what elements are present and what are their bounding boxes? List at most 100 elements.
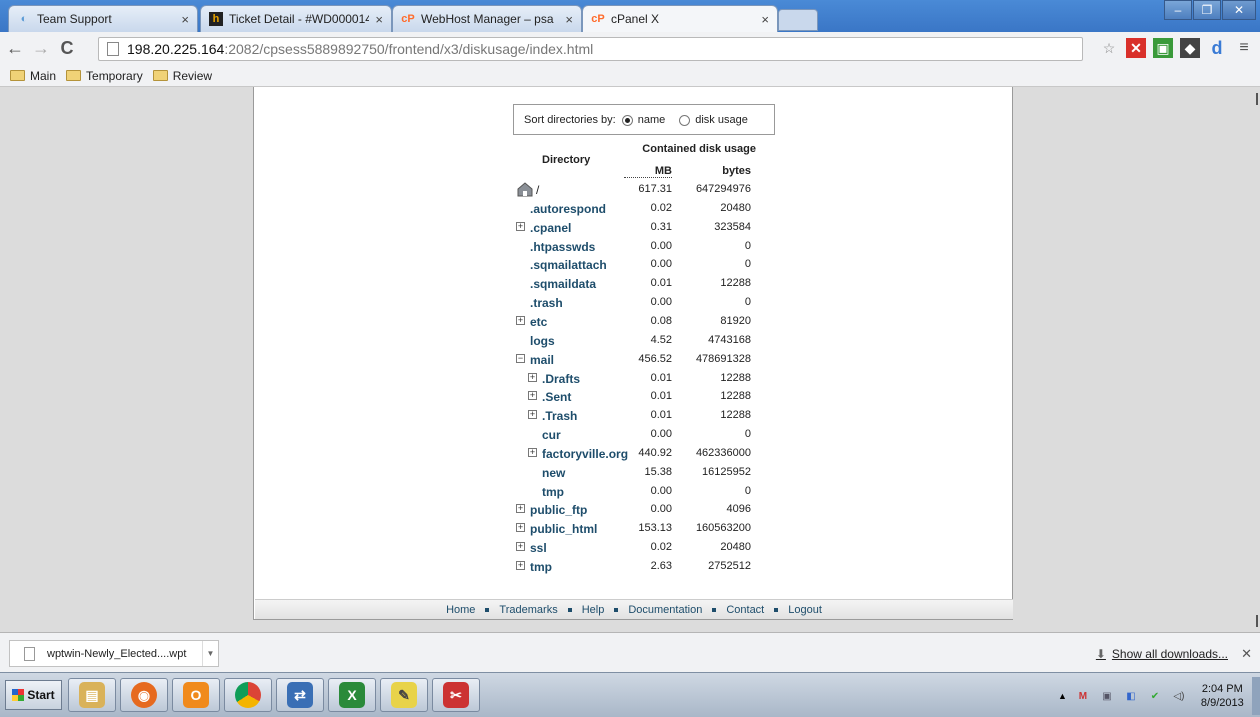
directory-name[interactable]: .Drafts bbox=[542, 372, 580, 386]
directory-name[interactable]: new bbox=[542, 466, 565, 480]
show-all-downloads-link[interactable]: ⬇ Show all downloads... bbox=[1096, 647, 1228, 661]
directory-name[interactable]: .Trash bbox=[542, 409, 577, 423]
footer-trademarks-link[interactable]: Trademarks bbox=[499, 604, 557, 616]
directory-name[interactable]: public_ftp bbox=[530, 503, 587, 517]
taskbar-app[interactable]: ▤ bbox=[68, 678, 116, 712]
table-row: new 15.38 16125952 bbox=[516, 464, 756, 483]
tab-webhost-manager[interactable]: cP WebHost Manager – psa × bbox=[392, 5, 582, 32]
bytes-value: 478691328 bbox=[695, 352, 751, 365]
footer-home-link[interactable]: Home bbox=[446, 604, 475, 616]
taskbar-app[interactable]: X bbox=[328, 678, 376, 712]
bookmark-review[interactable]: Review bbox=[152, 69, 212, 83]
expand-icon[interactable]: + bbox=[516, 221, 525, 231]
monitor-tray-icon[interactable]: ▣ bbox=[1099, 688, 1115, 704]
window-controls: – ❐ ✕ bbox=[1163, 0, 1256, 20]
directory-name[interactable]: .htpasswds bbox=[530, 240, 595, 254]
bookmark-star-icon[interactable]: ☆ bbox=[1099, 38, 1119, 58]
close-shelf-icon[interactable]: ✕ bbox=[1241, 646, 1252, 662]
directory-name[interactable]: / bbox=[536, 183, 539, 197]
directory-name[interactable]: .cpanel bbox=[530, 221, 571, 235]
start-button[interactable]: Start bbox=[5, 680, 62, 710]
directory-name[interactable]: logs bbox=[530, 334, 555, 348]
expand-icon[interactable]: + bbox=[516, 523, 525, 533]
directory-name[interactable]: .Sent bbox=[542, 390, 571, 404]
tray-expand-icon[interactable]: ▲ bbox=[1058, 691, 1067, 701]
expand-icon[interactable]: + bbox=[528, 447, 537, 457]
expand-icon[interactable]: + bbox=[516, 561, 525, 570]
directory-name[interactable]: cur bbox=[542, 428, 561, 442]
taskbar-app[interactable]: O bbox=[172, 678, 220, 712]
menu-icon[interactable]: ≡ bbox=[1234, 38, 1254, 58]
new-tab-button[interactable] bbox=[778, 9, 818, 31]
taskbar-app[interactable]: ✎ bbox=[380, 678, 428, 712]
mb-value: 0.00 bbox=[650, 258, 672, 271]
directory-name[interactable]: ssl bbox=[530, 541, 547, 555]
footer-separator bbox=[712, 607, 717, 612]
restore-button[interactable]: ❐ bbox=[1193, 0, 1221, 20]
tab-close-icon[interactable]: × bbox=[375, 12, 383, 27]
close-window-button[interactable]: ✕ bbox=[1222, 0, 1256, 20]
directory-header: Directory bbox=[542, 154, 591, 166]
directory-name[interactable]: .sqmailattach bbox=[530, 258, 607, 272]
taskbar-app[interactable]: ◉ bbox=[120, 678, 168, 712]
mb-value: 0.08 bbox=[650, 314, 672, 327]
taskbar-app[interactable] bbox=[224, 678, 272, 712]
table-row: tmp 0.00 0 bbox=[516, 483, 756, 502]
sort-by-usage-radio[interactable] bbox=[679, 115, 691, 126]
footer-logout-link[interactable]: Logout bbox=[788, 604, 822, 616]
address-bar[interactable]: 198.20.225.164:2082/cpsess5889892750/fro… bbox=[98, 37, 1083, 61]
tab-close-icon[interactable]: × bbox=[761, 12, 769, 27]
directory-name[interactable]: factoryville.org bbox=[542, 447, 628, 461]
show-desktop-button[interactable] bbox=[1252, 677, 1260, 715]
bookmark-main[interactable]: Main bbox=[10, 69, 56, 83]
footer-separator bbox=[774, 607, 779, 612]
directory-name[interactable]: .trash bbox=[530, 296, 563, 310]
evernote-extension-icon[interactable]: ◆ bbox=[1180, 38, 1200, 58]
mb-header[interactable]: MB bbox=[624, 165, 672, 178]
volume-tray-icon[interactable]: ◁) bbox=[1171, 688, 1187, 704]
d-extension-icon[interactable]: d bbox=[1207, 38, 1227, 58]
green-extension-icon[interactable]: ▣ bbox=[1153, 38, 1173, 58]
download-menu-arrow-icon[interactable]: ▼ bbox=[202, 641, 218, 666]
taskbar-app[interactable]: ✂ bbox=[432, 678, 480, 712]
expand-icon[interactable]: + bbox=[516, 315, 525, 325]
expand-icon[interactable]: + bbox=[528, 410, 537, 420]
tab-cpanel-x[interactable]: cP cPanel X × bbox=[582, 5, 778, 32]
table-row: − mail 456.52 478691328 bbox=[516, 351, 756, 370]
home-directory-icon[interactable] bbox=[516, 181, 538, 197]
directory-name[interactable]: .sqmaildata bbox=[530, 277, 596, 291]
forward-button[interactable]: → bbox=[30, 38, 52, 60]
red-x-extension-icon[interactable]: ✕ bbox=[1126, 38, 1146, 58]
expand-icon[interactable]: + bbox=[516, 542, 525, 552]
gmail-tray-icon[interactable]: M bbox=[1075, 688, 1091, 704]
tab-close-icon[interactable]: × bbox=[181, 12, 189, 27]
expand-icon[interactable]: + bbox=[528, 372, 537, 382]
collapse-icon[interactable]: − bbox=[516, 353, 525, 363]
sort-label: Sort directories by: bbox=[524, 113, 616, 126]
directory-name[interactable]: etc bbox=[530, 315, 547, 329]
download-item[interactable]: wptwin-Newly_Elected....wpt ▼ bbox=[9, 640, 219, 667]
network-tray-icon[interactable]: ◧ bbox=[1123, 688, 1139, 704]
table-row: / 617.31 647294976 bbox=[516, 181, 756, 200]
directory-name[interactable]: tmp bbox=[542, 485, 564, 499]
footer-contact-link[interactable]: Contact bbox=[726, 604, 764, 616]
directory-name[interactable]: tmp bbox=[530, 560, 552, 574]
tab-close-icon[interactable]: × bbox=[565, 12, 573, 27]
back-button[interactable]: ← bbox=[4, 38, 26, 60]
sort-by-name-radio[interactable] bbox=[621, 115, 633, 126]
minimize-button[interactable]: – bbox=[1164, 0, 1192, 20]
directory-name[interactable]: mail bbox=[530, 353, 554, 367]
directory-name[interactable]: public_html bbox=[530, 522, 597, 536]
taskbar-app[interactable]: ⇄ bbox=[276, 678, 324, 712]
reload-button[interactable]: C bbox=[56, 38, 78, 60]
footer-documentation-link[interactable]: Documentation bbox=[628, 604, 702, 616]
tab-ticket-detail[interactable]: h Ticket Detail - #WD0000142 × bbox=[200, 5, 392, 32]
expand-icon[interactable]: + bbox=[528, 391, 537, 401]
footer-help-link[interactable]: Help bbox=[582, 604, 605, 616]
check-tray-icon[interactable]: ✔ bbox=[1147, 688, 1163, 704]
directory-name[interactable]: .autorespond bbox=[530, 202, 606, 216]
expand-icon[interactable]: + bbox=[516, 504, 525, 514]
clock[interactable]: 2:04 PM 8/9/2013 bbox=[1201, 682, 1244, 710]
bookmark-temporary[interactable]: Temporary bbox=[66, 69, 143, 83]
tab-team-support[interactable]: ◐ Team Support × bbox=[8, 5, 198, 32]
